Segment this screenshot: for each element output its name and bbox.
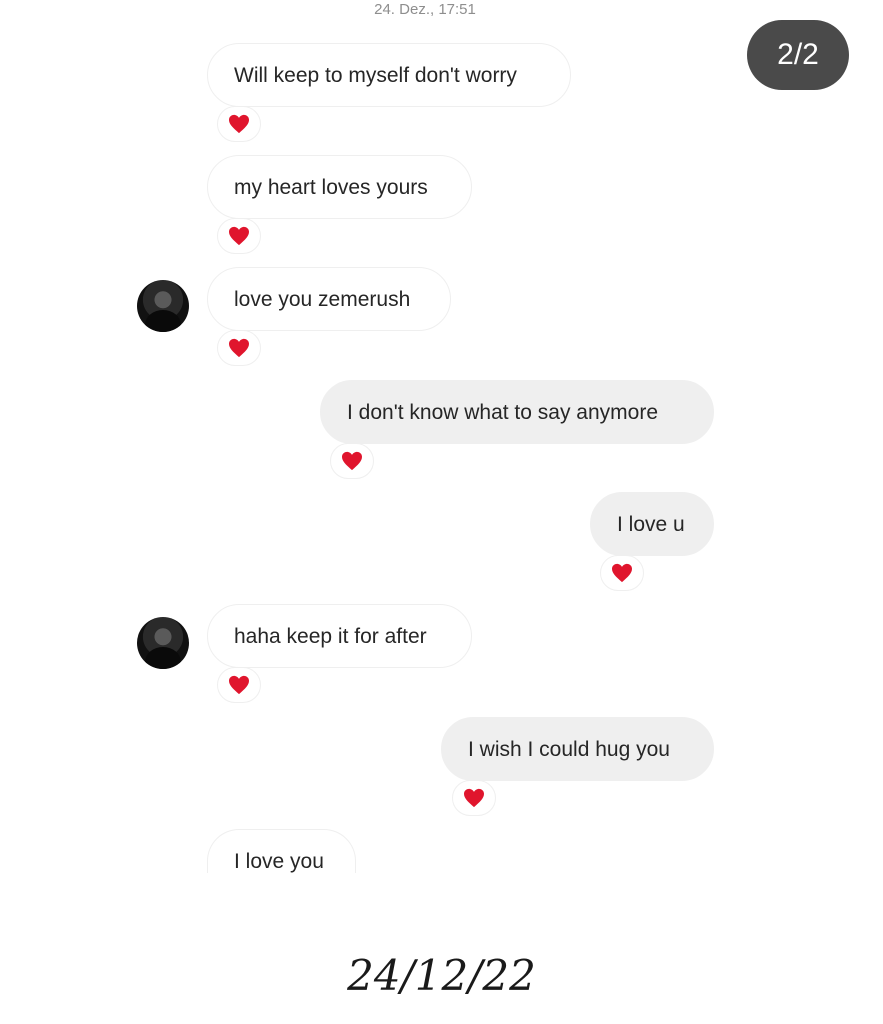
reaction-badge[interactable]	[217, 330, 261, 366]
sender-avatar[interactable]	[137, 280, 189, 332]
message-bubble-outgoing[interactable]: I don't know what to say anymore	[320, 380, 714, 444]
page-counter-badge: 2/2	[747, 20, 849, 90]
heart-icon	[612, 563, 632, 583]
message-bubble-incoming[interactable]: my heart loves yours	[207, 155, 472, 219]
sender-avatar[interactable]	[137, 617, 189, 669]
reaction-badge[interactable]	[452, 780, 496, 816]
heart-icon	[464, 788, 484, 808]
reaction-badge[interactable]	[330, 443, 374, 479]
caption-date: 24/12/22	[347, 951, 536, 1000]
reaction-badge[interactable]	[217, 218, 261, 254]
reaction-badge[interactable]	[217, 106, 261, 142]
message-bubble-outgoing[interactable]: I love u	[590, 492, 714, 556]
message-bubble-incoming[interactable]: I love you	[207, 829, 356, 873]
message-bubble-incoming[interactable]: haha keep it for after	[207, 604, 472, 668]
reaction-badge[interactable]	[217, 667, 261, 703]
heart-icon	[229, 226, 249, 246]
heart-icon	[342, 451, 362, 471]
message-bubble-incoming[interactable]: Will keep to myself don't worry	[207, 43, 571, 107]
message-timestamp: 24. Dez., 17:51	[374, 1, 476, 18]
heart-icon	[229, 114, 249, 134]
message-bubble-incoming[interactable]: love you zemerush	[207, 267, 451, 331]
heart-icon	[229, 675, 249, 695]
reaction-badge[interactable]	[600, 555, 644, 591]
message-bubble-outgoing[interactable]: I wish I could hug you	[441, 717, 714, 781]
heart-icon	[229, 338, 249, 358]
